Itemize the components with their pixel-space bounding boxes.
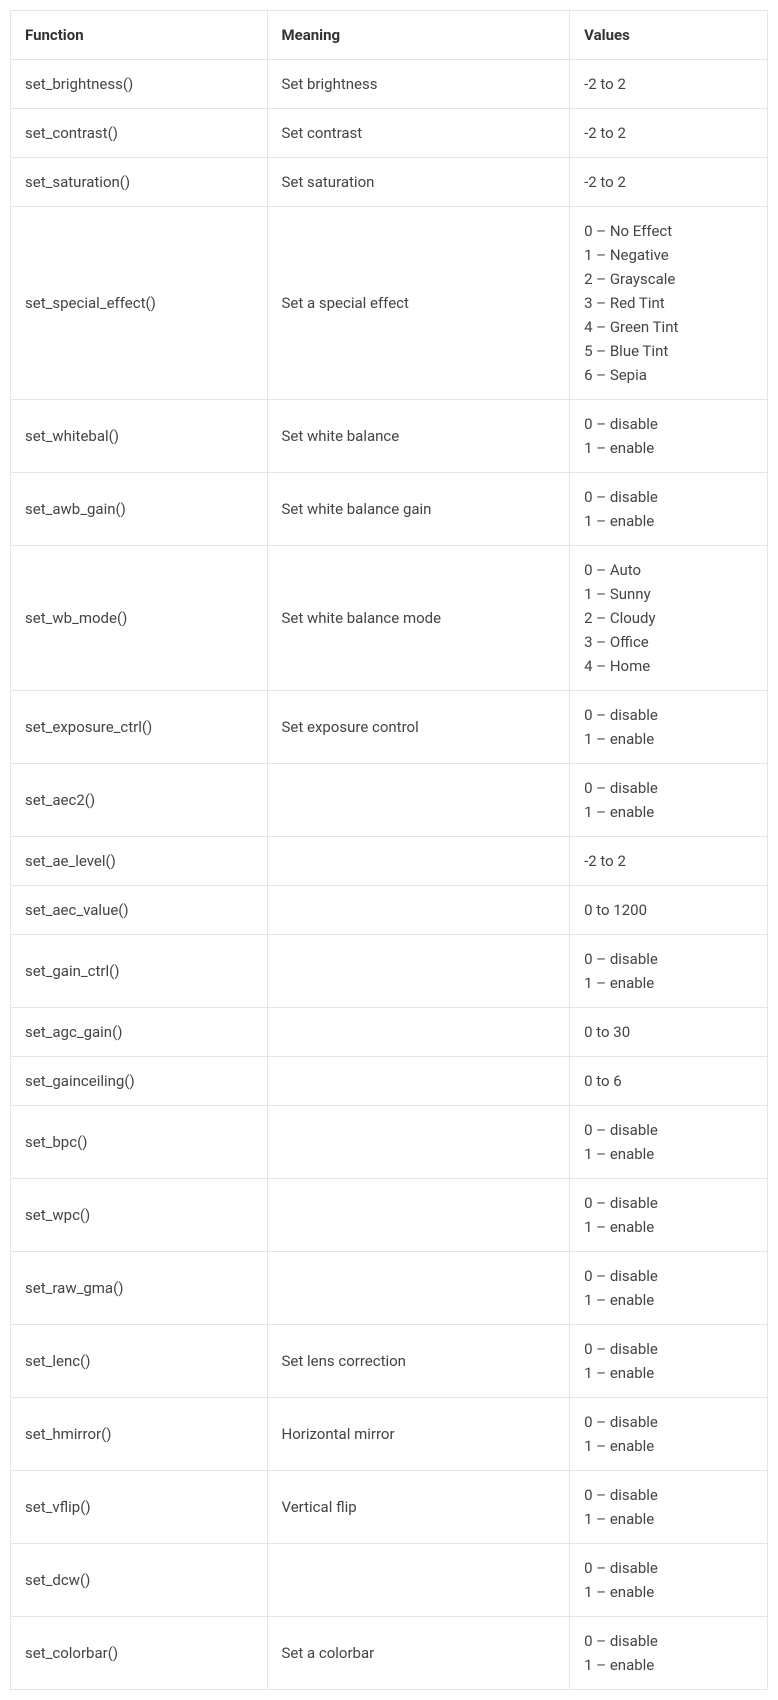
values-cell: 0 – disable 1 – enable [570,1398,768,1471]
meaning-cell: Horizontal mirror [267,1398,570,1471]
values-cell: 0 to 30 [570,1008,768,1057]
table-row: set_aec2() 0 – disable 1 – enable [11,764,768,837]
values-cell: 0 – disable 1 – enable [570,1617,768,1690]
table-row: set_wb_mode()Set white balance mode0 – A… [11,546,768,691]
table-row: set_whitebal()Set white balance0 – disab… [11,400,768,473]
values-cell: 0 – disable 1 – enable [570,691,768,764]
values-cell: -2 to 2 [570,158,768,207]
header-meaning: Meaning [267,11,570,60]
meaning-cell [267,1252,570,1325]
meaning-cell: Set saturation [267,158,570,207]
table-row: set_gainceiling() 0 to 6 [11,1057,768,1106]
values-cell: 0 – disable 1 – enable [570,473,768,546]
table-row: set_dcw() 0 – disable 1 – enable [11,1544,768,1617]
meaning-cell: Set a colorbar [267,1617,570,1690]
meaning-cell: Set white balance gain [267,473,570,546]
table-header-row: Function Meaning Values [11,11,768,60]
values-cell: 0 – disable 1 – enable [570,1471,768,1544]
function-cell: set_awb_gain() [11,473,268,546]
meaning-cell: Set white balance [267,400,570,473]
table-row: set_bpc() 0 – disable 1 – enable [11,1106,768,1179]
function-cell: set_colorbar() [11,1617,268,1690]
table-row: set_saturation()Set saturation-2 to 2 [11,158,768,207]
header-values: Values [570,11,768,60]
table-row: set_colorbar()Set a colorbar0 – disable … [11,1617,768,1690]
function-cell: set_aec_value() [11,886,268,935]
meaning-cell [267,1544,570,1617]
header-function: Function [11,11,268,60]
function-cell: set_vflip() [11,1471,268,1544]
meaning-cell: Set a special effect [267,207,570,400]
values-cell: 0 – disable 1 – enable [570,1252,768,1325]
values-cell: 0 – disable 1 – enable [570,1325,768,1398]
values-cell: 0 – disable 1 – enable [570,1544,768,1617]
function-cell: set_raw_gma() [11,1252,268,1325]
function-cell: set_contrast() [11,109,268,158]
function-cell: set_brightness() [11,60,268,109]
meaning-cell: Set white balance mode [267,546,570,691]
table-row: set_agc_gain() 0 to 30 [11,1008,768,1057]
meaning-cell [267,1057,570,1106]
function-cell: set_gain_ctrl() [11,935,268,1008]
meaning-cell [267,837,570,886]
meaning-cell: Set lens correction [267,1325,570,1398]
function-cell: set_lenc() [11,1325,268,1398]
table-row: set_aec_value() 0 to 1200 [11,886,768,935]
table-row: set_lenc()Set lens correction0 – disable… [11,1325,768,1398]
meaning-cell [267,886,570,935]
table-row: set_brightness()Set brightness-2 to 2 [11,60,768,109]
function-cell: set_exposure_ctrl() [11,691,268,764]
values-cell: 0 – disable 1 – enable [570,935,768,1008]
meaning-cell [267,935,570,1008]
values-cell: 0 – disable 1 – enable [570,1179,768,1252]
table-row: set_ae_level() -2 to 2 [11,837,768,886]
function-cell: set_gainceiling() [11,1057,268,1106]
table-row: set_contrast()Set contrast-2 to 2 [11,109,768,158]
table-row: set_exposure_ctrl()Set exposure control0… [11,691,768,764]
meaning-cell: Vertical flip [267,1471,570,1544]
values-cell: 0 – disable 1 – enable [570,764,768,837]
table-row: set_awb_gain()Set white balance gain0 – … [11,473,768,546]
values-cell: 0 – No Effect 1 – Negative 2 – Grayscale… [570,207,768,400]
function-cell: set_special_effect() [11,207,268,400]
table-row: set_vflip()Vertical flip0 – disable 1 – … [11,1471,768,1544]
values-cell: -2 to 2 [570,109,768,158]
meaning-cell: Set exposure control [267,691,570,764]
values-cell: 0 – disable 1 – enable [570,400,768,473]
meaning-cell [267,764,570,837]
function-cell: set_saturation() [11,158,268,207]
function-cell: set_dcw() [11,1544,268,1617]
meaning-cell [267,1008,570,1057]
function-cell: set_aec2() [11,764,268,837]
meaning-cell [267,1179,570,1252]
functions-table: Function Meaning Values set_brightness()… [10,10,768,1690]
table-row: set_hmirror()Horizontal mirror0 – disabl… [11,1398,768,1471]
table-row: set_gain_ctrl() 0 – disable 1 – enable [11,935,768,1008]
table-row: set_raw_gma() 0 – disable 1 – enable [11,1252,768,1325]
function-cell: set_ae_level() [11,837,268,886]
values-cell: -2 to 2 [570,60,768,109]
table-row: set_wpc() 0 – disable 1 – enable [11,1179,768,1252]
function-cell: set_agc_gain() [11,1008,268,1057]
values-cell: -2 to 2 [570,837,768,886]
meaning-cell: Set contrast [267,109,570,158]
function-cell: set_hmirror() [11,1398,268,1471]
function-cell: set_wb_mode() [11,546,268,691]
values-cell: 0 – disable 1 – enable [570,1106,768,1179]
values-cell: 0 to 6 [570,1057,768,1106]
function-cell: set_whitebal() [11,400,268,473]
meaning-cell: Set brightness [267,60,570,109]
values-cell: 0 to 1200 [570,886,768,935]
table-row: set_special_effect()Set a special effect… [11,207,768,400]
function-cell: set_bpc() [11,1106,268,1179]
meaning-cell [267,1106,570,1179]
values-cell: 0 – Auto 1 – Sunny 2 – Cloudy 3 – Office… [570,546,768,691]
function-cell: set_wpc() [11,1179,268,1252]
